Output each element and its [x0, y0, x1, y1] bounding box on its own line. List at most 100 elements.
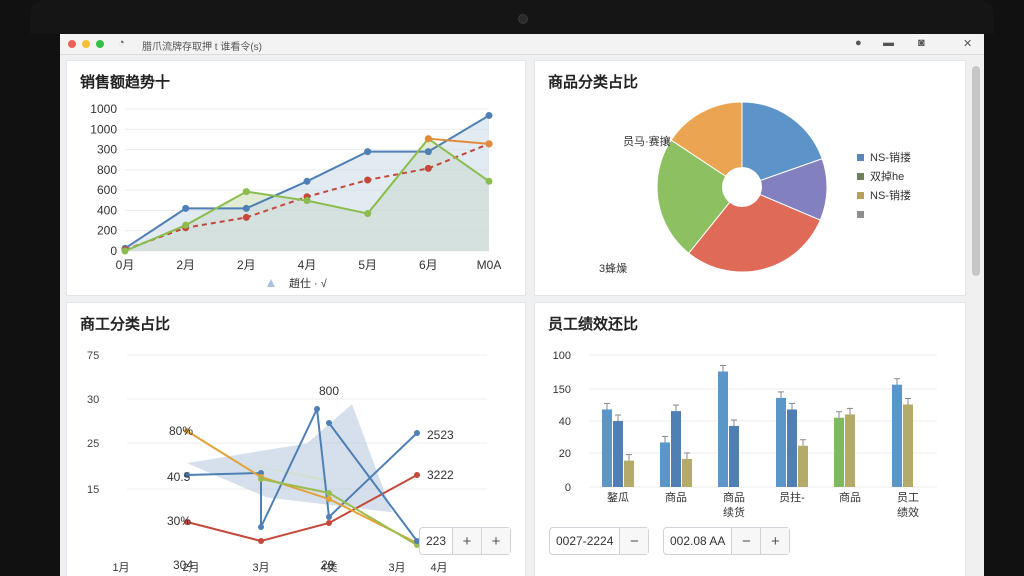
value-label: 80% [169, 424, 193, 438]
x-tick-label: 6月 [419, 258, 438, 272]
legend-label: 双掉he [870, 169, 904, 183]
y-tick-label: 600 [97, 183, 117, 197]
value-label: 304 [173, 558, 193, 572]
bar [660, 442, 670, 487]
x-tick-label: 3月 [252, 562, 269, 574]
y-tick-label: 1000 [90, 102, 117, 116]
pie-label: 3蜂燥 [599, 261, 627, 275]
y-tick-label: 75 [87, 350, 99, 362]
data-point [242, 188, 250, 196]
y-tick-label: 40 [559, 416, 571, 428]
window-close-dot[interactable] [68, 40, 76, 48]
y-tick-label: 1000 [90, 122, 117, 136]
data-point [364, 176, 372, 184]
y-tick-label: 0 [110, 244, 117, 258]
y-tick-label: 25 [87, 438, 99, 450]
date-selector-2-value: 002.08 AA [670, 534, 726, 548]
legend-label: NS-销搂 [870, 188, 911, 202]
settings-icon[interactable]: ◙ [918, 37, 925, 49]
camera-icon [518, 14, 528, 24]
data-point [364, 210, 372, 218]
x-tick-label: 4月 [298, 258, 317, 272]
minus-button-2[interactable]: − [731, 528, 761, 554]
date-selector-1[interactable]: 0027-2224 − [549, 527, 650, 555]
window-minimize-dot[interactable] [82, 40, 90, 48]
data-point [258, 538, 264, 544]
data-point [182, 204, 190, 212]
y-tick-label: 400 [97, 203, 117, 217]
legend-swatch [857, 154, 864, 161]
x-tick-label: 商品 [839, 490, 861, 504]
y-tick-label: 100 [553, 350, 571, 362]
data-point [182, 221, 190, 229]
data-point [326, 520, 332, 526]
date-selector-1-value: 0027-2224 [556, 534, 614, 548]
data-point [242, 204, 250, 212]
app-icon: ◔ [118, 37, 125, 49]
legend-swatch [857, 211, 864, 218]
value-label: 800 [319, 384, 339, 398]
data-point [326, 490, 332, 496]
pie-hole [722, 167, 762, 207]
minus-button-1[interactable]: − [619, 528, 649, 554]
increment-button[interactable]: + [452, 528, 482, 554]
x-tick-label: 3月 [388, 562, 405, 574]
data-point [485, 111, 493, 119]
data-point [414, 430, 420, 436]
bar [682, 458, 692, 487]
legend-swatch [857, 192, 864, 199]
category-share-chart: 员马·赛攘3蜂燥NS-销搂双掉heNS-销搂 [599, 101, 911, 275]
bar [834, 417, 844, 487]
x-tick-label: 5月 [358, 258, 377, 272]
scrollbar-thumb[interactable] [972, 66, 980, 276]
value-label: 3222 [427, 468, 454, 482]
pie-label: 员马·赛攘 [623, 134, 671, 148]
bar [787, 409, 797, 487]
value-label: 20 [321, 558, 335, 572]
close-icon[interactable]: ✕ [963, 37, 972, 50]
bar [718, 371, 728, 487]
bar [729, 425, 739, 487]
app-screen: ◔ 腊爪流牌存取押 t 谁看令(s) ● ▬ ◙ ✕ 销售额趋势十 0 200 40… [60, 34, 984, 576]
plus-button-2[interactable]: + [760, 528, 790, 554]
value-stepper[interactable]: 223 + + [419, 527, 512, 555]
value-label: 40.5 [167, 470, 191, 484]
data-point [258, 524, 264, 530]
window-maximize-dot[interactable] [96, 40, 104, 48]
x-tick-label: 续货 [723, 505, 745, 519]
bar [613, 421, 623, 487]
bar [903, 404, 913, 487]
data-point [485, 177, 493, 185]
value-label: 2523 [427, 428, 454, 442]
data-point [303, 197, 311, 205]
x-tick-label: 员工 [897, 491, 919, 504]
x-tick-label: 2月 [237, 258, 256, 272]
window-title: 腊爪流牌存取押 t 谁看令(s) [142, 42, 262, 53]
minimize-icon[interactable]: ▬ [883, 37, 894, 49]
area-fill [187, 404, 392, 513]
x-tick-label: 员拄- [779, 490, 805, 504]
x-tick-label: 商品 [723, 490, 745, 504]
x-tick-label: 商品 [665, 490, 687, 504]
y-tick-label: 800 [97, 163, 117, 177]
circle-icon[interactable]: ● [855, 37, 862, 49]
data-point [485, 140, 493, 148]
legend-label: NS-销搂 [870, 150, 911, 164]
bar [602, 409, 612, 487]
sales-trend-chart: 0 200 400 600 800 300 1000 1000 0月 2月 2月 4月 5月 6月 M0A 趙… [90, 102, 502, 290]
data-point [424, 164, 432, 172]
data-point [258, 476, 264, 482]
legend-label: 趙仕 · √ [289, 276, 328, 290]
date-selector-2[interactable]: 002.08 AA − + [663, 527, 791, 555]
stepper-value: 223 [426, 534, 447, 548]
x-tick-label: M0A [477, 258, 502, 272]
increment-button-2[interactable]: + [481, 528, 511, 554]
bezel-top [30, 0, 994, 34]
y-tick-label: 150 [553, 384, 571, 396]
x-tick-label: 0月 [116, 258, 135, 272]
vertical-scrollbar[interactable] [970, 56, 982, 576]
y-tick-label: 300 [97, 143, 117, 157]
data-point [303, 177, 311, 185]
data-point [424, 135, 432, 143]
y-tick-label: 30 [87, 394, 99, 406]
